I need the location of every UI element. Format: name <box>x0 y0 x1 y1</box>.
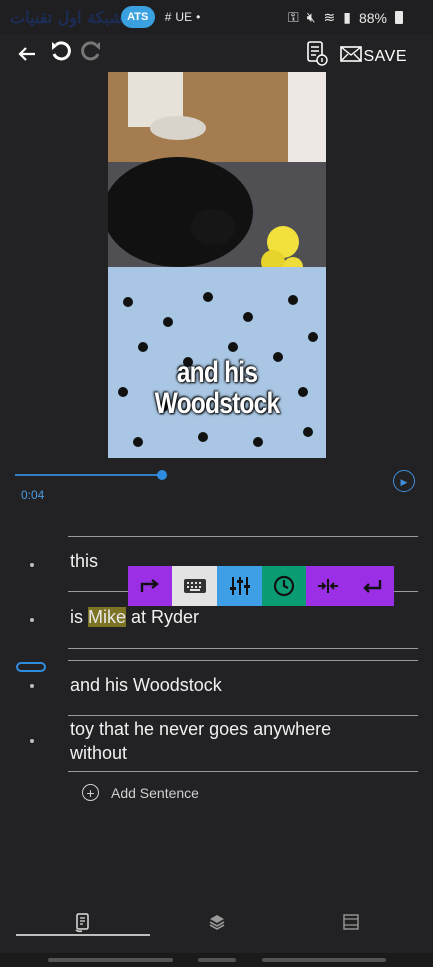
sentence-bullet <box>30 563 34 567</box>
divider <box>68 715 418 716</box>
split-icon[interactable] <box>306 566 350 606</box>
caption-line-2: Woodstock <box>154 387 281 420</box>
current-time: 0:04 <box>21 488 45 502</box>
plus-icon: + <box>82 784 99 801</box>
layers-icon[interactable] <box>202 913 232 937</box>
watermark-text: شبكة اول تقنيات <box>10 7 124 27</box>
clock-icon[interactable] <box>262 566 306 606</box>
redirect-arrow-icon[interactable] <box>128 566 172 606</box>
save-button[interactable]: SAVE <box>364 48 408 66</box>
sentence-bullet <box>30 618 34 622</box>
bottom-nav <box>0 905 433 945</box>
sentence-1[interactable]: this <box>70 549 98 573</box>
enter-icon[interactable] <box>350 566 394 606</box>
back-button[interactable] <box>262 958 386 962</box>
wifi-icon: ≋ <box>323 9 336 25</box>
video-preview[interactable]: and his Woodstock <box>108 72 326 458</box>
mute-icon: 🔇︎ <box>306 9 316 25</box>
status-right: ⚿ 🔇︎ ≋ ▮ 88% <box>288 9 403 26</box>
recents-button[interactable] <box>48 958 173 962</box>
divider <box>68 771 418 772</box>
back-arrow-icon[interactable] <box>14 40 40 74</box>
redo-icon[interactable] <box>78 40 104 74</box>
progress-knob[interactable] <box>157 470 167 480</box>
sentence-bullet <box>30 739 34 743</box>
sentence-2[interactable]: is Mike at Ryder <box>70 605 199 629</box>
sliders-icon[interactable] <box>217 566 262 606</box>
highlighted-word[interactable]: Mike <box>88 607 127 627</box>
watermark-badge: ATS <box>120 6 155 28</box>
carrier-label: UE <box>175 10 193 24</box>
sentence-2-prefix: is <box>70 607 88 627</box>
sentence-3[interactable]: and his Woodstock <box>70 673 222 697</box>
progress-track[interactable] <box>15 474 165 476</box>
sentence-action-toolbar <box>128 566 394 606</box>
drag-handle[interactable] <box>16 662 46 672</box>
divider <box>68 648 418 649</box>
signal-icon: ▮ <box>343 9 351 25</box>
script-info-icon[interactable] <box>304 40 330 76</box>
sentence-bullet <box>30 684 34 688</box>
nav-selected-indicator <box>16 934 150 936</box>
system-nav-bar <box>0 953 433 967</box>
home-button[interactable] <box>198 958 236 962</box>
status-bar: شبكة اول تقنيات ATS # UE • ⚿ 🔇︎ ≋ ▮ 88% <box>0 0 433 34</box>
grid-icon: # <box>164 10 172 24</box>
battery-icon <box>395 11 403 24</box>
undo-icon[interactable] <box>48 40 74 74</box>
caption-line-1: and his <box>176 356 258 389</box>
divider <box>68 536 418 537</box>
keyboard-icon[interactable] <box>172 566 217 606</box>
sentence-2-suffix: at Ryder <box>126 607 200 627</box>
add-sentence-label: Add Sentence <box>111 784 199 801</box>
divider <box>68 660 418 661</box>
play-icon[interactable]: ▶ <box>393 470 415 492</box>
dot-icon: • <box>196 10 201 24</box>
sentence-4[interactable]: toy that he never goes anywhere without <box>70 717 390 765</box>
add-sentence-button[interactable]: + Add Sentence <box>82 784 199 801</box>
status-left: شبكة اول تقنيات ATS # UE • <box>10 6 200 28</box>
key-icon: ⚿ <box>288 9 299 25</box>
mail-icon[interactable] <box>338 40 364 74</box>
layout-icon[interactable] <box>336 913 366 937</box>
video-caption: and his Woodstock <box>128 357 307 419</box>
battery-label: 88% <box>358 9 387 26</box>
